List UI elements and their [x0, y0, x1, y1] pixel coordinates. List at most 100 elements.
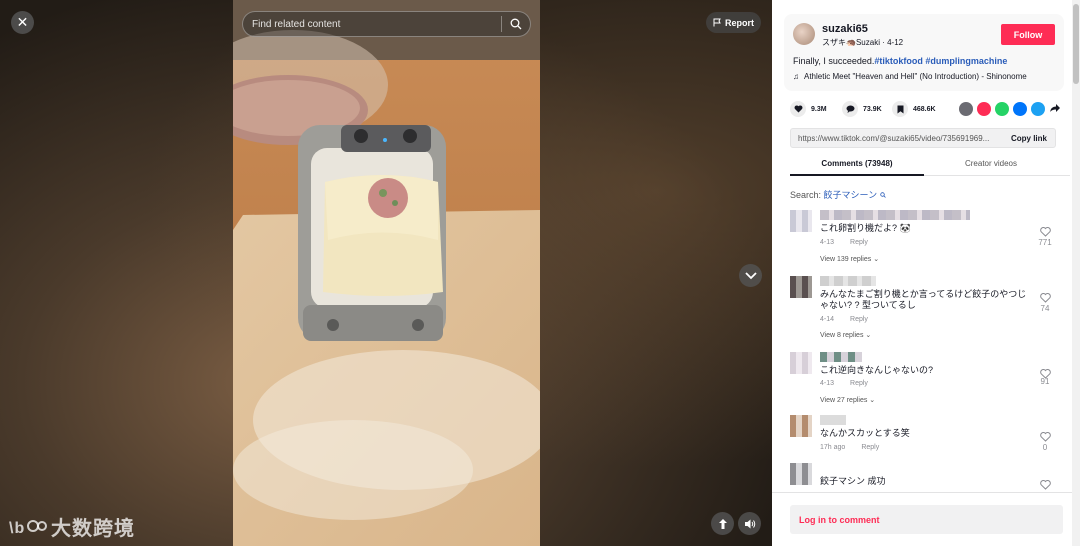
display-name: スザキ🦔Suzaki: [822, 38, 880, 47]
comment-like-count: 74: [1040, 304, 1050, 313]
comment-text: これ卵割り機だよ? 🐼: [820, 223, 911, 233]
mini-player-icon: [718, 518, 727, 529]
comment-like-count: 91: [1040, 377, 1050, 386]
panel-tabs: Comments (73948) Creator videos: [790, 154, 1070, 176]
search-icon[interactable]: [502, 18, 530, 30]
comment-date: 4-13: [820, 239, 835, 246]
comment-date: 4-14: [820, 316, 835, 323]
report-label: Report: [725, 17, 754, 28]
save-action[interactable]: 468.6K: [892, 101, 936, 117]
post-date: 4-12: [887, 38, 904, 47]
svg-text:\b: \b: [9, 520, 25, 537]
search-suggestion[interactable]: Search: 餃子マシーン: [790, 188, 886, 201]
active-tab-indicator: [790, 174, 924, 176]
comment-item: これ卵割り機だよ? 🐼 4-13 Reply View 139 replies ⌄…: [790, 210, 1060, 270]
comment-like-count: 771: [1038, 238, 1052, 247]
watermark-logo-icon: \b: [9, 519, 47, 537]
comment-username-blurred[interactable]: [820, 352, 862, 362]
comment-like-count: 0: [1042, 443, 1048, 452]
tab-creator-videos[interactable]: Creator videos: [924, 159, 1058, 168]
comment-meta: 4-13 Reply: [820, 239, 868, 246]
reply-button[interactable]: Reply: [850, 239, 868, 246]
view-replies-button[interactable]: View 8 replies ⌄: [820, 331, 871, 339]
comment-text: なんかスカッとする笑: [820, 428, 910, 438]
comment-item: 餃子マシン 成功: [790, 463, 1060, 491]
hashtag-tiktokfood[interactable]: #tiktokfood: [874, 56, 923, 66]
comment-meta: 4-13 Reply: [820, 380, 868, 387]
comment-username-blurred[interactable]: [820, 415, 846, 425]
floating-player-button[interactable]: [711, 512, 734, 535]
related-search-bar[interactable]: Find related content: [242, 11, 531, 37]
comment-date: 4-13: [820, 380, 835, 387]
comment-item: これ逆向きなんじゃないの? 4-13 Reply View 27 replies …: [790, 352, 1060, 406]
view-replies-label[interactable]: View 139 replies: [820, 256, 871, 263]
bookmark-icon[interactable]: [892, 101, 908, 117]
reply-button[interactable]: Reply: [850, 316, 868, 323]
username[interactable]: suzaki65: [822, 23, 868, 35]
embed-icon[interactable]: [959, 102, 973, 116]
reply-button[interactable]: Reply: [861, 444, 879, 451]
comment-avatar[interactable]: [790, 463, 812, 485]
comment-username-blurred[interactable]: [820, 276, 876, 286]
action-bar: 9.3M 73.9K 468.6K: [790, 101, 1060, 119]
comment-avatar[interactable]: [790, 352, 812, 374]
search-input[interactable]: Find related content: [243, 19, 501, 30]
comment-count: 73.9K: [863, 105, 882, 113]
like-count: 9.3M: [811, 105, 827, 113]
like-action[interactable]: 9.3M: [790, 101, 827, 117]
heart-icon[interactable]: [790, 101, 806, 117]
chevron-down-icon: [744, 271, 757, 279]
facebook-icon[interactable]: [1013, 102, 1027, 116]
twitter-icon[interactable]: [1031, 102, 1045, 116]
video-player[interactable]: [233, 0, 540, 546]
report-button[interactable]: Report: [706, 12, 761, 33]
follow-button[interactable]: Follow: [1001, 24, 1055, 45]
comment-text: みんなたまご割り機とか言ってるけど餃子のやつじゃない? ? 型ついてるし: [820, 289, 1027, 310]
music-info[interactable]: ♫ Athletic Meet "Heaven and Hell" (No In…: [793, 72, 1027, 81]
copy-link-button[interactable]: Copy link: [1011, 134, 1047, 143]
video-viewer: ✕ Find related content Report \b 大数跨境: [0, 0, 772, 546]
comment-item: みんなたまご割り機とか言ってるけど餃子のやつじゃない? ? 型ついてるし 4-1…: [790, 276, 1060, 344]
reply-button[interactable]: Reply: [850, 380, 868, 387]
details-panel: suzaki65 スザキ🦔Suzaki · 4-12 Follow Finall…: [772, 0, 1080, 546]
comment-avatar[interactable]: [790, 210, 812, 232]
view-replies-label[interactable]: View 27 replies: [820, 397, 867, 404]
flag-icon: [713, 18, 721, 27]
comment-item: なんかスカッとする笑 17h ago Reply 0: [790, 415, 1060, 455]
comment-action[interactable]: 73.9K: [842, 101, 882, 117]
whatsapp-icon[interactable]: [995, 102, 1009, 116]
share-url[interactable]: https://www.tiktok.com/@suzaki65/video/7…: [798, 134, 989, 143]
view-replies-label[interactable]: View 8 replies: [820, 332, 863, 339]
search-small-icon: [879, 192, 886, 198]
comment-meta: 17h ago Reply: [820, 444, 879, 451]
view-replies-button[interactable]: View 139 replies ⌄: [820, 255, 879, 263]
post-description: Finally, I succeeded.#tiktokfood #dumpli…: [793, 56, 1007, 66]
comment-text: 餃子マシン 成功: [820, 476, 886, 486]
author-subline: スザキ🦔Suzaki · 4-12: [822, 37, 903, 48]
watermark-text: 大数跨境: [51, 518, 135, 540]
close-icon[interactable]: ✕: [11, 11, 34, 34]
view-replies-button[interactable]: View 27 replies ⌄: [820, 396, 875, 404]
hashtag-dumplingmachine[interactable]: #dumplingmachine: [925, 56, 1007, 66]
search-suggestion-term[interactable]: 餃子マシーン: [824, 190, 878, 200]
next-video-button[interactable]: [739, 264, 762, 287]
comment-meta: 4-14 Reply: [820, 316, 868, 323]
comment-avatar[interactable]: [790, 276, 812, 298]
comment-icon[interactable]: [842, 101, 858, 117]
tab-comments[interactable]: Comments (73948): [790, 159, 924, 168]
scrollbar[interactable]: [1072, 0, 1080, 546]
save-count: 468.6K: [913, 105, 936, 113]
send-friends-icon[interactable]: [977, 102, 991, 116]
login-to-comment-button[interactable]: Log in to comment: [790, 505, 1063, 534]
share-arrow-icon[interactable]: [1049, 102, 1061, 116]
description-text: Finally, I succeeded.: [793, 56, 875, 66]
comment-avatar[interactable]: [790, 415, 812, 437]
volume-button[interactable]: [738, 512, 761, 535]
watermark: \b 大数跨境: [9, 512, 135, 541]
comment-date: 17h ago: [820, 444, 846, 451]
music-note-icon: ♫: [793, 72, 799, 81]
avatar[interactable]: [793, 23, 815, 45]
music-title[interactable]: Athletic Meet "Heaven and Hell" (No Intr…: [804, 72, 1027, 81]
comment-username-blurred[interactable]: [820, 210, 970, 220]
scrollbar-thumb[interactable]: [1073, 4, 1079, 84]
